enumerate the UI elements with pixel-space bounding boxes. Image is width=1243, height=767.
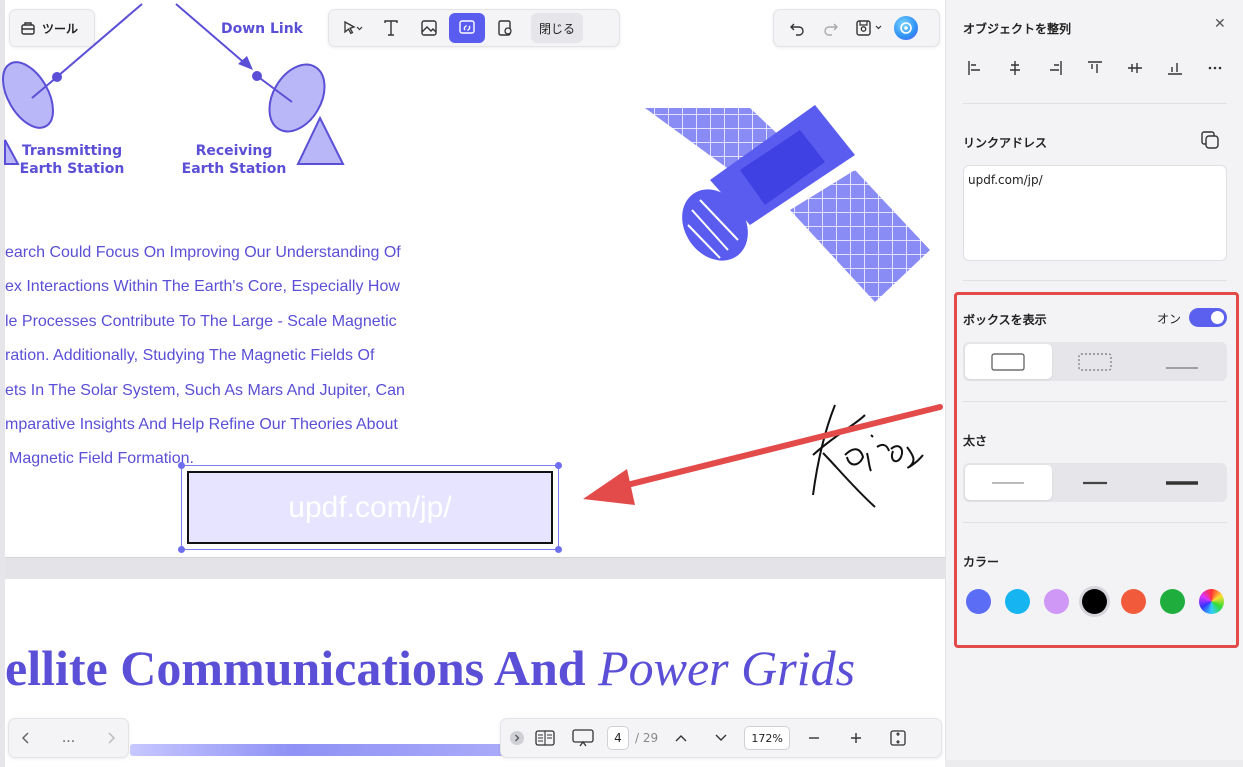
text-tool-button[interactable] — [373, 13, 409, 43]
total-pages-label: / 29 — [635, 731, 659, 745]
zoom-level-field[interactable]: 172% — [744, 726, 791, 750]
redo-icon[interactable] — [816, 13, 846, 43]
watermark-tool-button[interactable] — [487, 13, 523, 43]
callout-arrow — [583, 404, 943, 505]
close-icon[interactable]: ✕ — [1214, 16, 1226, 32]
paragraph-line: mparative Insights And Help Refine Our T… — [5, 416, 398, 434]
align-center-vertical-icon[interactable] — [1123, 56, 1147, 80]
body-paragraph: earch Could Focus On Improving Our Under… — [5, 236, 435, 477]
panel-divider — [963, 103, 1227, 104]
zoom-out-icon[interactable] — [796, 731, 832, 745]
link-tool-button[interactable] — [449, 13, 485, 43]
page2-heading-bold: ellite Communications And — [5, 640, 599, 696]
link-address-field[interactable]: updf.com/jp/ — [963, 165, 1227, 261]
page-up-icon[interactable] — [664, 733, 698, 743]
app-window: Down Link Transmitting Earth Station Rec… — [0, 0, 1243, 767]
view-toolbar: 4 / 29 172% — [500, 718, 942, 758]
document-canvas[interactable]: Down Link Transmitting Earth Station Rec… — [0, 0, 945, 767]
prev-page-icon[interactable] — [21, 731, 31, 745]
align-center-horizontal-icon[interactable] — [1003, 56, 1027, 80]
resize-handle-top-right[interactable] — [555, 462, 562, 469]
paragraph-line: ration. Additionally, Studying The Magne… — [5, 347, 375, 365]
save-icon[interactable] — [850, 13, 890, 43]
image-tool-button[interactable] — [411, 13, 447, 43]
presentation-icon[interactable] — [565, 729, 601, 747]
resize-handle-top-left[interactable] — [178, 462, 185, 469]
copy-icon[interactable] — [1199, 129, 1223, 153]
link-address-label: リンクアドレス — [963, 136, 1048, 150]
satellite-illustration — [645, 105, 930, 302]
align-left-icon[interactable] — [963, 56, 987, 80]
page-separator — [5, 557, 945, 579]
panel-divider — [963, 280, 1227, 281]
toolbox-icon — [20, 20, 36, 36]
edit-toolbar: 閉じる — [328, 9, 620, 47]
resize-handle-bottom-right[interactable] — [555, 546, 562, 553]
align-right-icon[interactable] — [1043, 56, 1067, 80]
fit-page-icon[interactable] — [880, 729, 916, 747]
align-toolbar — [963, 56, 1227, 80]
page-down-icon[interactable] — [704, 733, 738, 743]
zoom-in-icon[interactable] — [838, 731, 874, 745]
tools-menu-button[interactable]: ツール — [9, 9, 95, 47]
receiving-station-label: Receiving Earth Station — [174, 142, 294, 178]
page-nav-pill: ... — [8, 718, 129, 758]
transmitting-label-line1: Transmitting — [21, 143, 123, 159]
page-layout-icon[interactable] — [531, 730, 559, 746]
more-options-icon[interactable] — [1203, 56, 1227, 80]
receiving-label-line2: Earth Station — [181, 161, 287, 177]
paragraph-line: ex Interactions Within The Earth's Core,… — [5, 278, 400, 296]
page2-heading: ellite Communications And Power Grids — [5, 636, 945, 700]
collapse-toolbar-icon[interactable] — [509, 730, 525, 746]
ai-assistant-icon[interactable] — [894, 16, 918, 40]
receiving-label-line1: Receiving — [195, 143, 273, 159]
transmitting-station-label: Transmitting Earth Station — [12, 142, 132, 178]
paragraph-line: earch Could Focus On Improving Our Under… — [5, 244, 401, 261]
close-edit-button[interactable]: 閉じる — [531, 13, 584, 43]
history-toolbar — [773, 9, 940, 47]
link-annotation-box[interactable]: updf.com/jp/ — [187, 471, 553, 544]
align-bottom-icon[interactable] — [1163, 56, 1187, 80]
status-strip — [945, 760, 1243, 767]
tools-label: ツール — [42, 21, 79, 36]
highlight-annotation-box — [954, 292, 1239, 648]
page2-heading-italic: Power Grids — [598, 640, 856, 696]
downlink-label: Down Link — [220, 21, 303, 37]
panel-title: オブジェクトを整列 — [963, 22, 1072, 36]
transmitting-label-line2: Earth Station — [19, 161, 125, 177]
resize-handle-bottom-left[interactable] — [178, 546, 185, 553]
undo-icon[interactable] — [782, 13, 812, 43]
paragraph-line: le Processes Contribute To The Large - S… — [5, 312, 397, 330]
nav-more-button[interactable]: ... — [62, 730, 75, 746]
page-number-input[interactable]: 4 — [607, 726, 629, 750]
select-tool-button[interactable] — [335, 13, 371, 43]
paragraph-line: ets In The Solar System, Such As Mars An… — [5, 381, 405, 399]
next-page-icon[interactable] — [106, 731, 116, 745]
align-top-icon[interactable] — [1083, 56, 1107, 80]
